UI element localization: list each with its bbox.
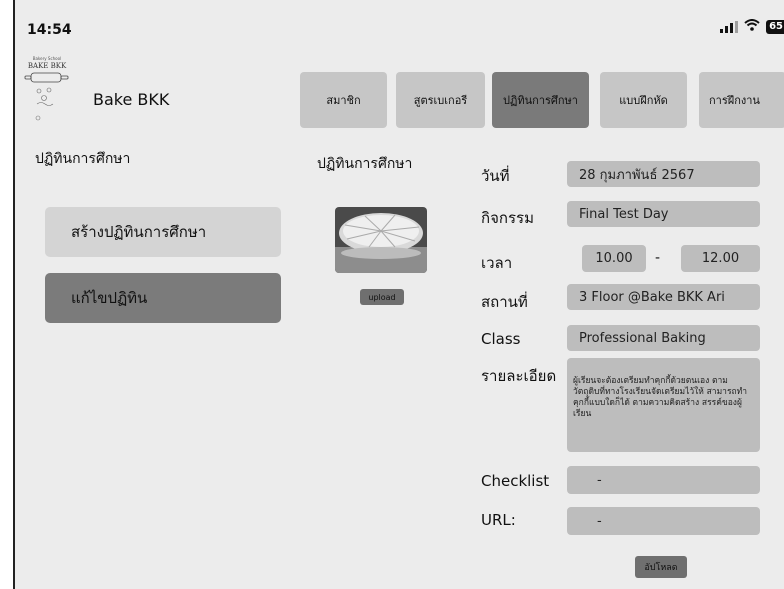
wifi-icon xyxy=(744,19,760,34)
time-separator: - xyxy=(655,250,661,266)
tab-recipes[interactable]: สูตรเบเกอรี xyxy=(396,72,485,128)
bake-bkk-logo: Bakery School BAKE BKK xyxy=(23,46,71,126)
checklist-field[interactable]: - xyxy=(567,466,760,494)
svg-text:Bakery School: Bakery School xyxy=(33,56,61,61)
checklist-label: Checklist xyxy=(481,472,550,490)
detail-field[interactable]: ผู้เรียนจะต้องเตรียมทำคุกกี้ด้วยตนเอง ตา… xyxy=(567,358,760,452)
create-calendar-button[interactable]: สร้างปฏิทินการศึกษา xyxy=(45,207,281,257)
tab-exercises[interactable]: แบบฝึกหัด xyxy=(600,72,687,128)
class-label: Class xyxy=(481,330,521,348)
detail-label: รายละเอียด xyxy=(481,367,557,385)
start-time-field[interactable]: 10.00 xyxy=(582,245,646,272)
submit-upload-button[interactable]: อัปโหลด xyxy=(635,556,687,578)
status-bar: 14:54 65 xyxy=(15,0,784,44)
class-field[interactable]: Professional Baking xyxy=(567,325,760,351)
activity-label: กิจกรรม xyxy=(481,209,534,227)
status-icons: 65 xyxy=(720,19,784,34)
end-time-field[interactable]: 12.00 xyxy=(681,245,760,272)
date-label: วันที่ xyxy=(481,167,510,185)
activity-field[interactable]: Final Test Day xyxy=(567,201,760,227)
battery-icon: 65 xyxy=(766,19,784,34)
place-label: สถานที่ xyxy=(481,293,528,311)
brand-name: Bake BKK xyxy=(93,90,170,109)
tab-calendar[interactable]: ปฏิทินการศึกษา xyxy=(492,72,589,128)
url-field[interactable]: - xyxy=(567,507,760,535)
svg-text:BAKE BKK: BAKE BKK xyxy=(28,62,67,70)
upload-image-button[interactable]: upload xyxy=(360,289,404,305)
place-field[interactable]: 3 Floor @Bake BKK Ari xyxy=(567,284,760,310)
date-field[interactable]: 28 กุมภาพันธ์ 2567 xyxy=(567,161,760,187)
activity-title: ปฏิทินการศึกษา xyxy=(317,156,413,172)
time-label: เวลา xyxy=(481,254,513,272)
signal-icon xyxy=(720,20,739,33)
sidebar-title: ปฏิทินการศึกษา xyxy=(35,151,131,167)
status-time: 14:54 xyxy=(27,22,72,38)
url-label: URL: xyxy=(481,511,516,529)
tab-internship[interactable]: การฝึกงาน xyxy=(699,72,784,128)
tab-members[interactable]: สมาชิก xyxy=(300,72,387,128)
edit-calendar-button[interactable]: แก้ไขปฏิทิน xyxy=(45,273,281,323)
app-window: 14:54 65 Bakery School BAKE BKK Bake BKK… xyxy=(13,0,784,589)
cake-photo xyxy=(335,207,427,273)
